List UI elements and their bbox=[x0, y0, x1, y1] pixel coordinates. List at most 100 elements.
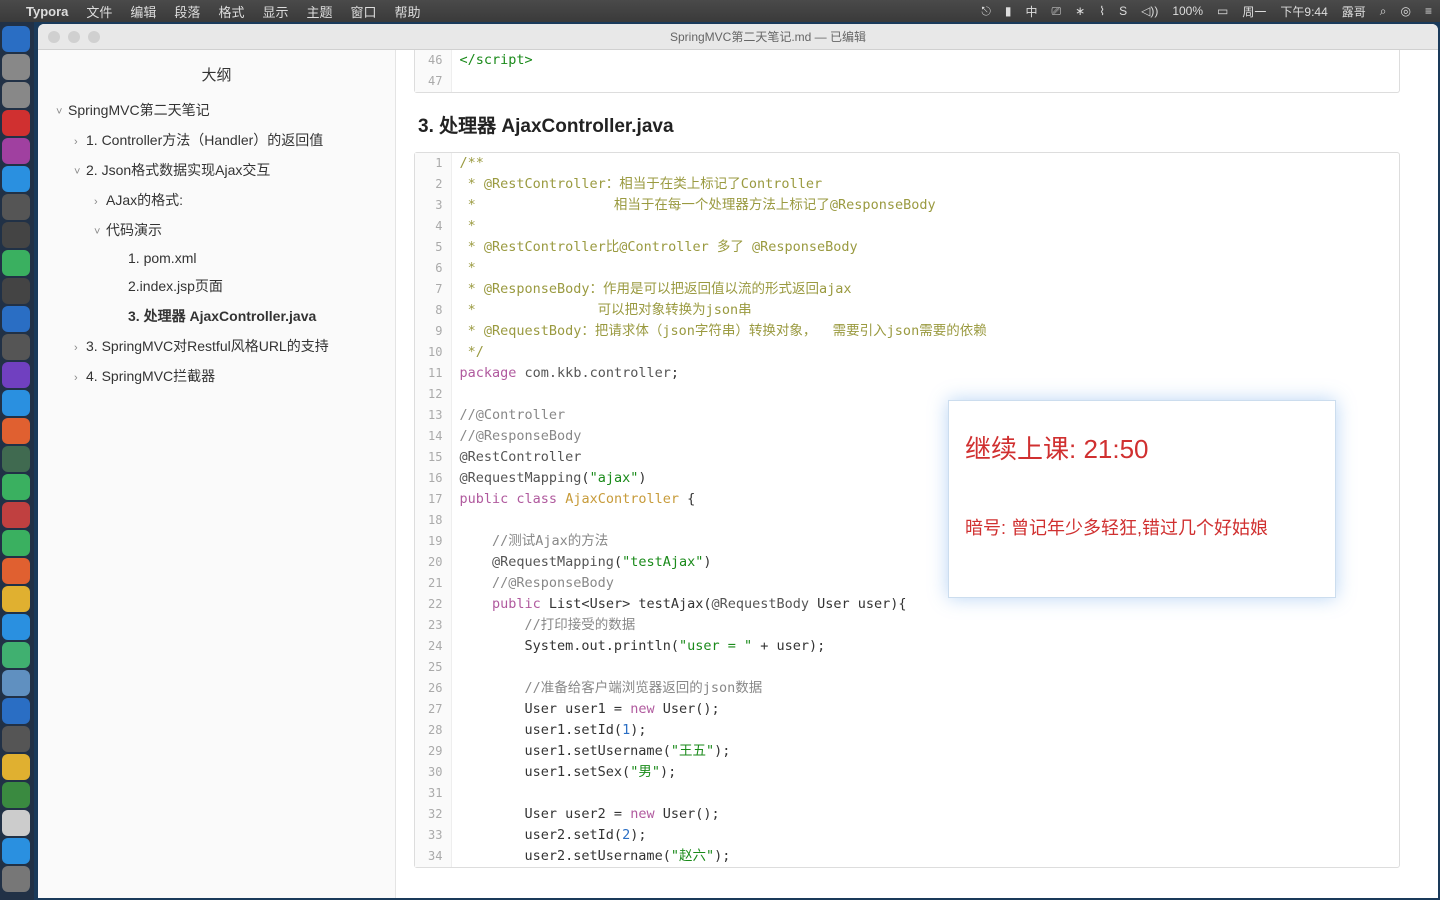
bookmark-icon[interactable]: ▮ bbox=[1005, 4, 1012, 18]
code-line[interactable]: * 可以把对象转换为json串 bbox=[451, 300, 1399, 321]
menu-view[interactable]: 显示 bbox=[262, 2, 288, 21]
dock-app-24[interactable] bbox=[2, 698, 30, 724]
code-line[interactable] bbox=[451, 71, 1399, 92]
code-line[interactable] bbox=[451, 783, 1399, 804]
dock-app-21[interactable] bbox=[2, 614, 30, 640]
code-line[interactable]: user1.setSex("男"); bbox=[451, 762, 1399, 783]
code-line[interactable]: */ bbox=[451, 342, 1399, 363]
dock-app-2[interactable] bbox=[2, 82, 30, 108]
dock-app-28[interactable] bbox=[2, 810, 30, 836]
menu-format[interactable]: 格式 bbox=[218, 2, 244, 21]
disclosure-icon[interactable]: › bbox=[74, 136, 84, 148]
code-line[interactable]: System.out.println("user = " + user); bbox=[451, 636, 1399, 657]
dock-app-0[interactable] bbox=[2, 26, 30, 52]
close-button[interactable] bbox=[48, 31, 60, 43]
app-name[interactable]: Typora bbox=[26, 4, 68, 19]
menu-theme[interactable]: 主题 bbox=[306, 2, 332, 21]
siri-icon[interactable]: ◎ bbox=[1401, 4, 1411, 18]
dock-app-16[interactable] bbox=[2, 474, 30, 500]
outline-item-4[interactable]: ˅代码演示 bbox=[38, 215, 395, 245]
code-line[interactable]: * @RestController比@Controller 多了 @Respon… bbox=[451, 237, 1399, 258]
code-line[interactable]: /** bbox=[451, 153, 1399, 174]
dock-app-13[interactable] bbox=[2, 390, 30, 416]
menu-file[interactable]: 文件 bbox=[86, 2, 112, 21]
dock-app-3[interactable] bbox=[2, 110, 30, 136]
outline-item-3[interactable]: ›AJax的格式: bbox=[38, 185, 395, 215]
dock-app-12[interactable] bbox=[2, 362, 30, 388]
dock-app-26[interactable] bbox=[2, 754, 30, 780]
outline-item-5[interactable]: 1. pom.xml bbox=[38, 245, 395, 271]
disclosure-icon[interactable]: › bbox=[94, 196, 104, 208]
code-line[interactable]: * 相当于在每一个处理器方法上标记了@ResponseBody bbox=[451, 195, 1399, 216]
code-line[interactable]: package com.kkb.controller; bbox=[451, 363, 1399, 384]
outline-item-0[interactable]: ˅SpringMVC第二天笔记 bbox=[38, 95, 395, 125]
bluetooth-icon[interactable]: ∗ bbox=[1075, 4, 1085, 18]
battery-icon[interactable]: ▭ bbox=[1217, 4, 1228, 18]
code-line[interactable]: User user2 = new User(); bbox=[451, 804, 1399, 825]
dock-app-17[interactable] bbox=[2, 502, 30, 528]
code-line[interactable]: * @RequestBody：把请求体（json字符串）转换对象， 需要引入js… bbox=[451, 321, 1399, 342]
code-line[interactable]: //准备给客户端浏览器返回的json数据 bbox=[451, 678, 1399, 699]
app-icon[interactable]: S bbox=[1119, 4, 1127, 18]
outline-item-1[interactable]: ›1. Controller方法（Handler）的返回值 bbox=[38, 125, 395, 155]
menu-paragraph[interactable]: 段落 bbox=[174, 2, 200, 21]
code-line[interactable]: * bbox=[451, 216, 1399, 237]
dock-app-14[interactable] bbox=[2, 418, 30, 444]
code-line[interactable]: </script> bbox=[451, 50, 1399, 71]
dock-app-19[interactable] bbox=[2, 558, 30, 584]
input-method-icon[interactable]: 中 bbox=[1026, 3, 1038, 20]
zoom-button[interactable] bbox=[88, 31, 100, 43]
dock-app-4[interactable] bbox=[2, 138, 30, 164]
outline-item-2[interactable]: ˅2. Json格式数据实现Ajax交互 bbox=[38, 155, 395, 185]
line-number: 17 bbox=[415, 489, 451, 510]
dock-app-11[interactable] bbox=[2, 334, 30, 360]
display-icon[interactable]: ⎚ bbox=[1052, 4, 1062, 19]
dock-app-1[interactable] bbox=[2, 54, 30, 80]
code-line[interactable]: * bbox=[451, 258, 1399, 279]
cast-icon[interactable]: ⎋ bbox=[981, 4, 991, 19]
code-line[interactable]: User user1 = new User(); bbox=[451, 699, 1399, 720]
dock-app-8[interactable] bbox=[2, 250, 30, 276]
dock-app-9[interactable] bbox=[2, 278, 30, 304]
dock-app-30[interactable] bbox=[2, 866, 30, 892]
code-line[interactable]: //打印接受的数据 bbox=[451, 615, 1399, 636]
code-line[interactable] bbox=[451, 657, 1399, 678]
dock-app-23[interactable] bbox=[2, 670, 30, 696]
outline-item-7[interactable]: 3. 处理器 AjaxController.java bbox=[38, 301, 395, 331]
code-block-top[interactable]: 46</script>47 bbox=[414, 50, 1400, 93]
dock-app-29[interactable] bbox=[2, 838, 30, 864]
code-line[interactable]: * @RestController：相当于在类上标记了Controller bbox=[451, 174, 1399, 195]
dock-app-22[interactable] bbox=[2, 642, 30, 668]
menu-help[interactable]: 帮助 bbox=[395, 2, 421, 21]
dock-app-10[interactable] bbox=[2, 306, 30, 332]
dock-app-20[interactable] bbox=[2, 586, 30, 612]
code-line[interactable]: user1.setId(1); bbox=[451, 720, 1399, 741]
code-line[interactable]: * @ResponseBody：作用是可以把返回值以流的形式返回ajax bbox=[451, 279, 1399, 300]
disclosure-icon[interactable]: › bbox=[74, 342, 84, 354]
user-name[interactable]: 露哥 bbox=[1342, 3, 1366, 20]
wifi-icon[interactable]: ⌇ bbox=[1099, 4, 1105, 18]
code-line[interactable]: user2.setId(2); bbox=[451, 825, 1399, 846]
dock-app-18[interactable] bbox=[2, 530, 30, 556]
volume-icon[interactable]: ◁)) bbox=[1141, 4, 1158, 18]
outline-item-6[interactable]: 2.index.jsp页面 bbox=[38, 271, 395, 301]
menu-icon[interactable]: ≡ bbox=[1425, 4, 1432, 18]
menu-edit[interactable]: 编辑 bbox=[130, 2, 156, 21]
dock-app-6[interactable] bbox=[2, 194, 30, 220]
dock-app-7[interactable] bbox=[2, 222, 30, 248]
spotlight-icon[interactable]: ⌕ bbox=[1380, 4, 1387, 19]
outline-item-8[interactable]: ›3. SpringMVC对Restful风格URL的支持 bbox=[38, 331, 395, 361]
minimize-button[interactable] bbox=[68, 31, 80, 43]
disclosure-icon[interactable]: ˅ bbox=[74, 166, 84, 178]
code-line[interactable]: user2.setUsername("赵六"); bbox=[451, 846, 1399, 867]
dock-app-15[interactable] bbox=[2, 446, 30, 472]
disclosure-icon[interactable]: ˅ bbox=[94, 226, 104, 238]
dock-app-5[interactable] bbox=[2, 166, 30, 192]
dock-app-27[interactable] bbox=[2, 782, 30, 808]
dock-app-25[interactable] bbox=[2, 726, 30, 752]
outline-item-9[interactable]: ›4. SpringMVC拦截器 bbox=[38, 361, 395, 391]
disclosure-icon[interactable]: ˅ bbox=[56, 106, 66, 118]
code-line[interactable]: user1.setUsername("王五"); bbox=[451, 741, 1399, 762]
disclosure-icon[interactable]: › bbox=[74, 372, 84, 384]
menu-window[interactable]: 窗口 bbox=[350, 2, 376, 21]
